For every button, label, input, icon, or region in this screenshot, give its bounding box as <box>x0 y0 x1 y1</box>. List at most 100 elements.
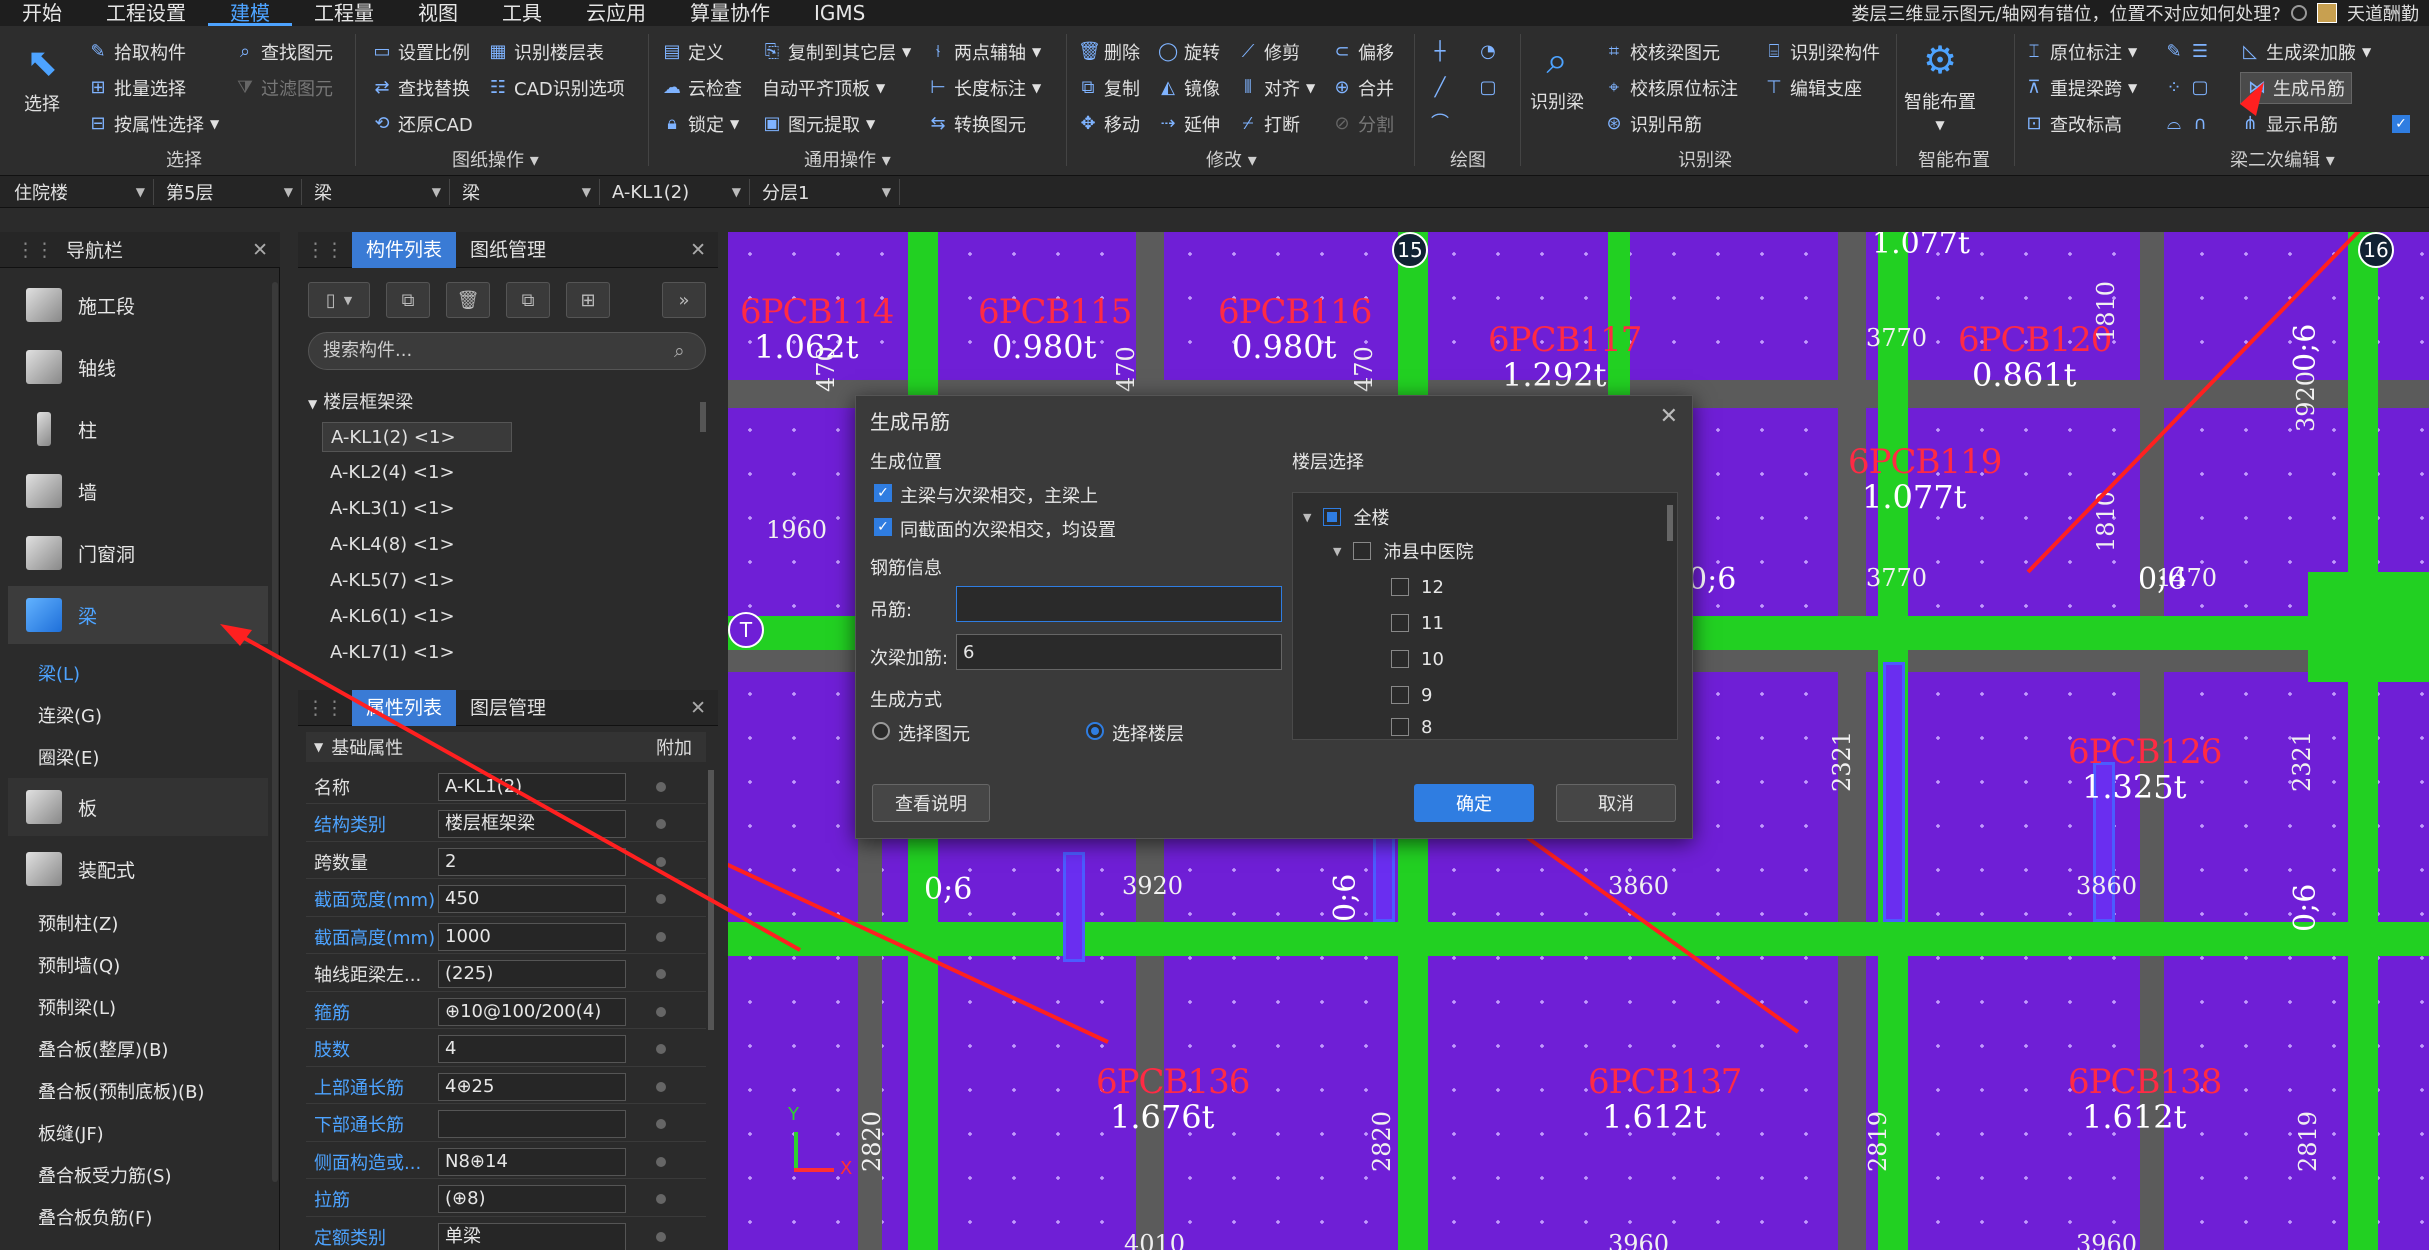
nav-item-segment[interactable]: 施工段 <box>8 276 268 334</box>
floor-item[interactable]: 11 <box>1391 609 1444 637</box>
nav-sub-prefab-wall[interactable]: 预制墙(Q) <box>38 952 120 978</box>
mirror-button[interactable]: ◭ 镜像 <box>1158 72 1220 104</box>
component-item[interactable]: A-KL2(4) <1> <box>322 458 512 488</box>
close-icon[interactable]: ✕ <box>252 239 268 261</box>
menu-collab[interactable]: 算量协作 <box>668 0 792 26</box>
nav-sub-composite-rebar[interactable]: 叠合板受力筋(S) <box>38 1162 171 1188</box>
rotate-button[interactable]: ◯ 旋转 <box>1158 36 1220 68</box>
two-point-axis-button[interactable]: ⫮ 两点辅轴 ▼ <box>928 36 1042 68</box>
break-button[interactable]: ⌿ 打断 <box>1238 108 1300 140</box>
pick-component-button[interactable]: ✎ 拾取构件 <box>88 36 186 68</box>
drag-handle-icon[interactable]: ⋮⋮ <box>16 239 54 261</box>
delete-component-button[interactable]: 🗑︎ <box>446 282 490 318</box>
menu-igms[interactable]: IGMS <box>792 0 887 26</box>
floor-checkbox[interactable] <box>1391 578 1409 596</box>
nav-item-column[interactable]: 柱 <box>8 400 268 458</box>
nav-item-wall[interactable]: 墙 <box>8 462 268 520</box>
move-button[interactable]: ✥ 移动 <box>1078 108 1140 140</box>
nav-sub-beam[interactable]: 梁(L) <box>38 660 80 686</box>
component-select[interactable]: A-KL1(2) ▼ <box>604 179 750 205</box>
draw-point-button[interactable]: ┼ <box>1430 36 1450 68</box>
generate-haunch-button[interactable]: ◺ 生成梁加腋 ▼ <box>2240 36 2371 68</box>
smart-layout-button[interactable]: ⚙ 智能布置 ▼ <box>1904 36 1976 132</box>
help-notice-link[interactable]: 娄层三维显示图元/轴网有错位，位置不对应如何处理? <box>1851 0 2281 26</box>
layer-select[interactable]: 分层1 ▼ <box>754 179 900 205</box>
draw-line-button[interactable]: ╱ <box>1430 72 1450 104</box>
extend-button[interactable]: ⇢ 延伸 <box>1158 108 1220 140</box>
offset-button[interactable]: ⊂ 偏移 <box>1332 36 1394 68</box>
define-button[interactable]: ▤ 定义 <box>662 36 724 68</box>
floor-select[interactable]: 第5层 ▼ <box>158 179 302 205</box>
menu-modeling[interactable]: 建模 <box>208 0 292 26</box>
menu-project-settings[interactable]: 工程设置 <box>84 0 208 26</box>
nav-sub-composite-neg[interactable]: 叠合板负筋(F) <box>38 1204 152 1230</box>
select-by-attribute-button[interactable]: ⊟ 按属性选择 ▼ <box>88 108 219 140</box>
draw-arc-button[interactable]: ⌒ <box>1430 108 1450 140</box>
close-icon[interactable]: ✕ <box>1660 404 1678 429</box>
tab-component-list[interactable]: 构件列表 <box>352 231 457 268</box>
restore-cad-button[interactable]: ⟲ 还原CAD <box>372 108 472 140</box>
floor-checkbox[interactable] <box>1391 614 1409 632</box>
floor-item-all[interactable]: ▼ 全楼 <box>1303 503 1389 531</box>
opt-main-beam-checkbox[interactable]: ✓ <box>874 484 892 502</box>
in-situ-annotation-button[interactable]: ⌶ 原位标注 ▼ <box>2024 36 2138 68</box>
identify-hanger-button[interactable]: ⊛ 识别吊筋 <box>1604 108 1702 140</box>
opt-same-section-checkbox[interactable]: ✓ <box>874 518 892 536</box>
tree-group-header[interactable]: ▼ 楼层框架梁 <box>308 388 413 414</box>
floor-checkbox[interactable] <box>1391 650 1409 668</box>
delete-button[interactable]: 🗑︎ 删除 <box>1078 36 1140 68</box>
component-item[interactable]: A-KL3(1) <1> <box>322 494 512 524</box>
filter-element-button[interactable]: ⧩ 过滤图元 <box>235 72 333 104</box>
find-replace-button[interactable]: ⇄ 查找替换 <box>372 72 470 104</box>
new-component-button[interactable]: ▯ ▼ <box>308 282 370 318</box>
extract-element-button[interactable]: ▣ 图元提取 ▼ <box>762 108 875 140</box>
cad-options-button[interactable]: ☷ CAD识别选项 <box>488 72 625 104</box>
nav-sub-slab-joint[interactable]: 板缝(JF) <box>38 1120 104 1146</box>
cancel-button[interactable]: 取消 <box>1556 784 1676 822</box>
category-select[interactable]: 梁 ▼ <box>306 179 450 205</box>
floor-checkbox[interactable] <box>1391 718 1409 736</box>
merge-button[interactable]: ⊕ 合并 <box>1332 72 1394 104</box>
edit-icon-button[interactable]: ✎ ☰ <box>2164 36 2210 68</box>
identify-beam-component-button[interactable]: ⌸ 识别梁构件 <box>1764 36 1880 68</box>
menu-view[interactable]: 视图 <box>396 0 480 26</box>
floor-checkbox[interactable] <box>1391 686 1409 704</box>
menu-cloud[interactable]: 云应用 <box>564 0 668 26</box>
floor-item[interactable]: 8 <box>1391 713 1432 741</box>
avatar[interactable] <box>2317 3 2337 23</box>
identify-floor-table-button[interactable]: ▦ 识别楼层表 <box>488 36 604 68</box>
check-annotation-button[interactable]: ⌖ 校核原位标注 <box>1604 72 1738 104</box>
tab-drawing-management[interactable]: 图纸管理 <box>456 232 560 268</box>
ok-button[interactable]: 确定 <box>1414 784 1534 822</box>
split-button[interactable]: ⊘ 分割 <box>1332 108 1394 140</box>
floor-checkbox[interactable] <box>1353 542 1372 560</box>
mode-floor-radio[interactable] <box>1086 722 1104 740</box>
component-item[interactable]: A-KL1(2) <1> <box>322 422 512 452</box>
edit-support-button[interactable]: ⊤ 编辑支座 <box>1764 72 1862 104</box>
copy-to-floor-button[interactable]: ⎘ 复制到其它层 ▼ <box>762 36 911 68</box>
menu-quantity[interactable]: 工程量 <box>292 0 396 26</box>
identify-beam-button[interactable]: ⌕ 识别梁 <box>1530 36 1584 114</box>
nav-sub-prefab-beam[interactable]: 预制梁(L) <box>38 994 116 1020</box>
draw-rect-button[interactable]: ▢ <box>1478 72 1498 104</box>
auto-level-button[interactable]: 自动平齐顶板 ▼ <box>762 72 885 104</box>
floor-item[interactable]: 10 <box>1391 645 1444 673</box>
check-beam-button[interactable]: ⌗ 校核梁图元 <box>1604 36 1720 68</box>
batch-select-button[interactable]: ⊞ 批量选择 <box>88 72 186 104</box>
duplicate-component-button[interactable]: ⧉ <box>506 282 550 318</box>
trim-button[interactable]: ⟋ 修剪 <box>1238 36 1300 68</box>
nav-sub-ring-beam[interactable]: 圈梁(E) <box>38 744 99 770</box>
floor-scrollbar[interactable] <box>1667 505 1673 541</box>
length-dimension-button[interactable]: ⊢ 长度标注 ▼ <box>928 72 1041 104</box>
component-search-input[interactable]: 搜索构件... <box>308 332 706 370</box>
type-select[interactable]: 梁 ▼ <box>454 179 600 205</box>
floor-item[interactable]: 12 <box>1391 573 1444 601</box>
floor-copy-button[interactable]: ⊞ <box>566 282 610 318</box>
nav-item-door[interactable]: 门窗洞 <box>8 524 268 582</box>
nav-sub-composite-base[interactable]: 叠合板(预制底板)(B) <box>38 1078 204 1104</box>
search-icon[interactable] <box>2291 5 2307 21</box>
find-element-button[interactable]: ⌕ 查找图元 <box>235 36 333 68</box>
component-item[interactable]: A-KL4(8) <1> <box>322 530 512 560</box>
help-button[interactable]: 查看说明 <box>872 784 990 822</box>
component-item[interactable]: A-KL5(7) <1> <box>322 566 512 596</box>
